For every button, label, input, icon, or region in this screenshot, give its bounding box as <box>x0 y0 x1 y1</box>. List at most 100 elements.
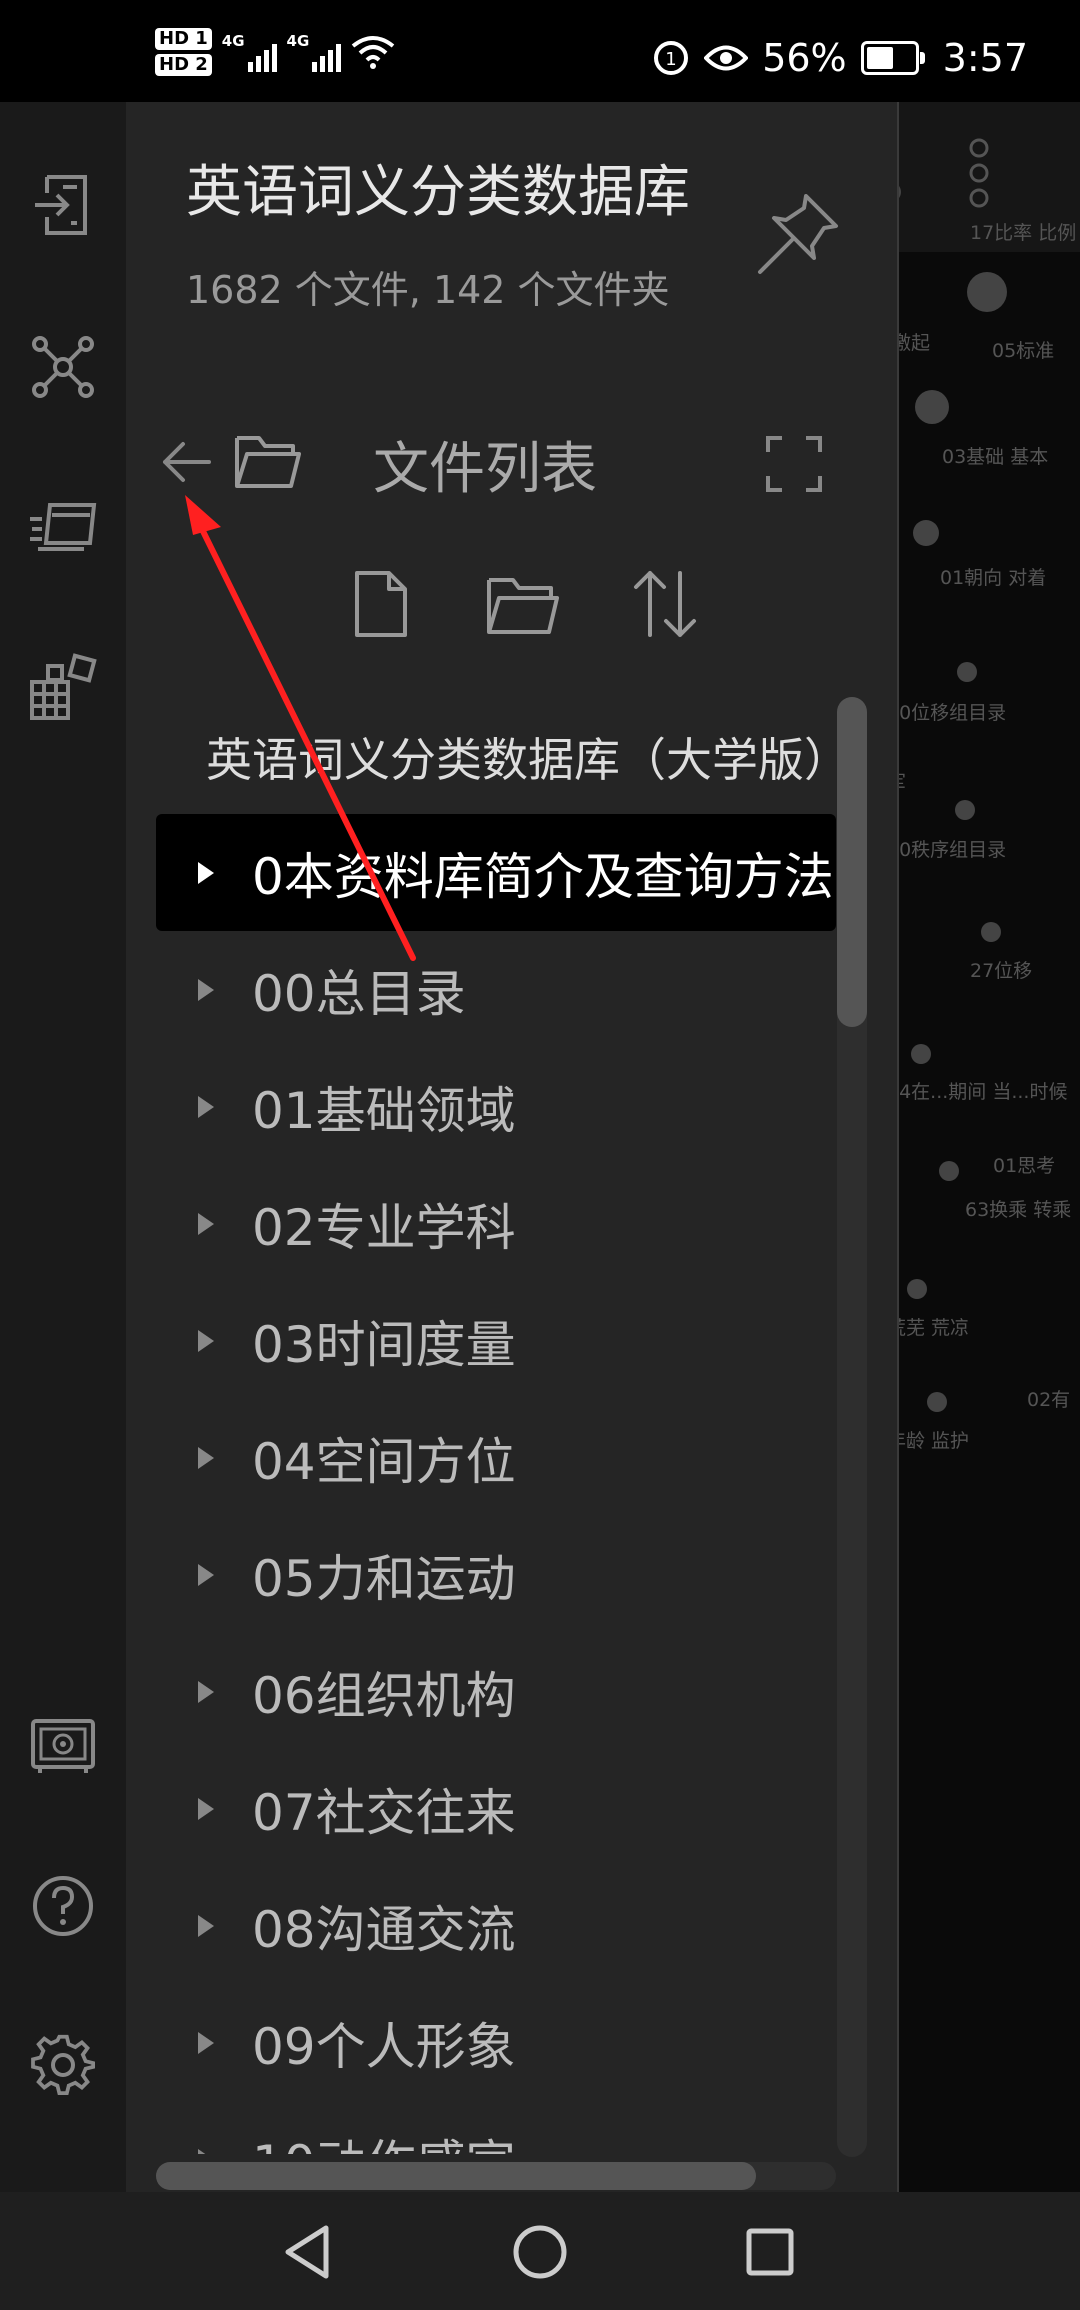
graph-node-label: 05标准 <box>992 340 1055 362</box>
tree-item-label: 07社交往来 <box>252 1783 516 1842</box>
network-indicators: HD 1 HD 2 4G 4G <box>155 28 395 76</box>
file-tree: 0本资料库简介及查询方法 00总目录 01基础领域 02专业学科 03时间度量 … <box>156 814 836 2154</box>
home-circle-icon <box>513 2225 567 2279</box>
tree-item-label: 05力和运动 <box>252 1549 516 1608</box>
graph-node-dot <box>939 1161 959 1181</box>
tree-item-label: 03时间度量 <box>252 1315 516 1374</box>
new-note-button[interactable] <box>341 564 421 644</box>
graph-node-label: 04在...期间 当...时候 <box>887 1081 1068 1103</box>
collapse-arrow-icon <box>198 2148 214 2154</box>
plugins-icon <box>30 653 97 720</box>
graph-node-dot <box>981 922 1001 942</box>
graph-view-background: 17比率 比例激起05标准03基础 基本01朝向 对着00位移组目录军00秩序组… <box>881 102 1080 2192</box>
pin-button[interactable] <box>756 190 842 280</box>
graph-node-label: 01朝向 对着 <box>940 567 1047 589</box>
graph-node-label: 17比率 比例 <box>970 222 1077 244</box>
switch-vault-button[interactable] <box>28 170 98 240</box>
tree-item[interactable]: 0本资料库简介及查询方法 <box>156 814 836 931</box>
collapse-arrow-icon <box>198 978 214 1001</box>
tree-item[interactable]: 01基础领域 <box>156 1048 836 1165</box>
nav-recents-button[interactable] <box>732 2214 808 2290</box>
help-button[interactable] <box>28 1871 98 1941</box>
graph-node-dot <box>967 272 1007 312</box>
expand-icon[interactable] <box>766 436 822 492</box>
graph-node-label: 02有 <box>1027 1389 1071 1411</box>
sort-icon <box>634 571 696 637</box>
graph-node-label: 年龄 监护 <box>887 1430 970 1452</box>
battery-percent: 56% <box>762 36 847 80</box>
tree-item[interactable]: 00总目录 <box>156 931 836 1048</box>
collapse-arrow-icon <box>198 1563 214 1586</box>
collapse-arrow-icon <box>198 1212 214 1235</box>
tree-item[interactable]: 10动作感官 <box>156 2101 836 2154</box>
settings-button[interactable] <box>28 2030 98 2100</box>
tree-item-label: 0本资料库简介及查询方法 <box>252 847 834 906</box>
horizontal-scrollbar[interactable] <box>156 2162 836 2190</box>
graph-node-label: 荒芜 荒凉 <box>887 1317 970 1339</box>
vertical-scroll-thumb[interactable] <box>837 697 867 1027</box>
back-arrow-icon[interactable] <box>161 440 213 484</box>
vault-stats: 1682 个文件, 142 个文件夹 <box>186 268 670 312</box>
slides-button[interactable] <box>28 492 98 562</box>
horizontal-scroll-thumb[interactable] <box>156 2162 756 2190</box>
help-icon <box>33 1876 93 1936</box>
graph-node-label: 01思考 <box>993 1155 1056 1177</box>
recents-square-icon <box>746 2228 794 2276</box>
graph-node-dot <box>911 1044 931 1064</box>
back-triangle-icon <box>285 2225 329 2279</box>
new-folder-icon <box>487 578 559 634</box>
tree-item[interactable]: 06组织机构 <box>156 1633 836 1750</box>
svg-text:1: 1 <box>665 49 676 70</box>
tree-item-label: 10动作感官 <box>252 2124 516 2155</box>
vault-name[interactable]: 英语词义分类数据库 <box>186 147 690 228</box>
new-folder-button[interactable] <box>483 564 563 644</box>
graph-view-icon <box>32 336 94 398</box>
clock: 3:57 <box>942 36 1028 80</box>
graph-node-dot <box>957 662 977 682</box>
collapse-arrow-icon <box>198 1095 214 1118</box>
tree-item[interactable]: 05力和运动 <box>156 1516 836 1633</box>
switch-vault-icon <box>35 175 87 235</box>
collapse-arrow-icon <box>198 1680 214 1703</box>
collapse-arrow-icon <box>198 1329 214 1352</box>
slides-icon <box>30 503 97 551</box>
tree-item-label: 09个人形象 <box>252 2017 516 2076</box>
graph-node-label: 00位移组目录 <box>887 702 1007 724</box>
tree-item-label: 01基础领域 <box>252 1081 516 1140</box>
vertical-scrollbar[interactable] <box>837 697 867 2157</box>
new-file-icon <box>355 571 407 637</box>
tree-item[interactable]: 04空间方位 <box>156 1399 836 1516</box>
plugins-button[interactable] <box>28 652 98 722</box>
more-options-icon[interactable] <box>967 138 991 208</box>
vault-safe-button[interactable] <box>28 1712 98 1782</box>
nav-back-button[interactable] <box>270 2214 346 2290</box>
collapse-arrow-icon <box>198 2031 214 2054</box>
nav-home-button[interactable] <box>502 2214 578 2290</box>
tree-item[interactable]: 07社交往来 <box>156 1750 836 1867</box>
signal2-icon: 4G <box>287 32 342 72</box>
graph-node-dot <box>913 520 939 546</box>
tree-item-label: 04空间方位 <box>252 1432 516 1491</box>
collapse-arrow-icon <box>198 1797 214 1820</box>
sim1-badge: HD 1 <box>155 28 212 50</box>
tree-item[interactable]: 08沟通交流 <box>156 1867 836 1984</box>
graph-node-label: 27位移 <box>970 960 1033 982</box>
file-toolbar <box>341 564 705 644</box>
tree-item[interactable]: 09个人形象 <box>156 1984 836 2101</box>
file-explorer-drawer: 英语词义分类数据库 1682 个文件, 142 个文件夹 文件列表 英语词义分类… <box>126 102 899 2192</box>
data-saver-icon: 1 <box>654 41 689 75</box>
tree-item[interactable]: 03时间度量 <box>156 1282 836 1399</box>
root-folder[interactable]: 英语词义分类数据库（大学版） <box>206 724 850 790</box>
collapse-arrow-icon <box>198 1914 214 1937</box>
graph-node-dot <box>927 1392 947 1412</box>
sim-badges: HD 1 HD 2 <box>155 28 212 76</box>
graph-node-dot <box>955 800 975 820</box>
wifi-icon <box>352 36 395 69</box>
graph-node-dot <box>907 1279 927 1299</box>
graph-view-button[interactable] <box>28 332 98 402</box>
system-indicators: 1 56% 3:57 <box>652 36 1028 80</box>
tree-item[interactable]: 02专业学科 <box>156 1165 836 1282</box>
sort-button[interactable] <box>625 564 705 644</box>
graph-node-label: 03基础 基本 <box>942 446 1049 468</box>
collapse-arrow-icon <box>198 1446 214 1469</box>
